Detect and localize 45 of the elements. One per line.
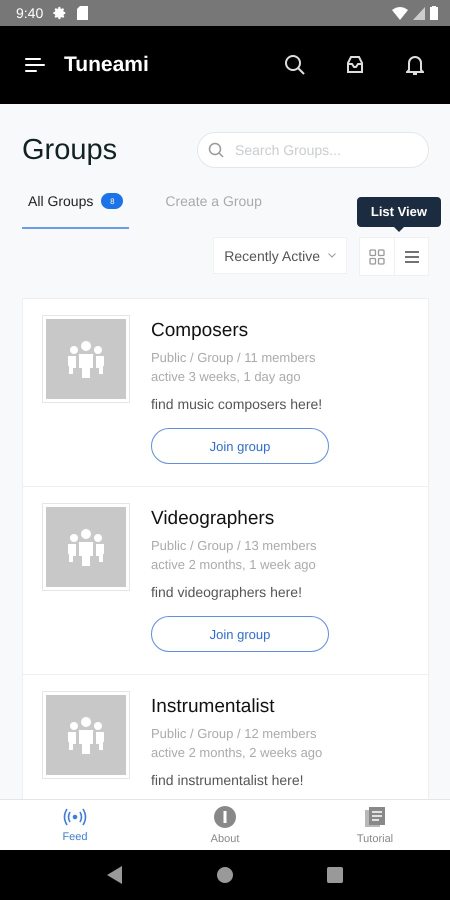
bell-icon[interactable] — [404, 54, 426, 76]
sim-card-icon — [77, 6, 88, 20]
page-title: Groups — [22, 134, 118, 166]
count-badge: 8 — [101, 193, 124, 209]
group-name[interactable]: Instrumentalist — [151, 696, 322, 718]
signal-icon — [413, 6, 425, 20]
group-name[interactable]: Videographers — [151, 508, 329, 530]
nav-tab[interactable]: About — [150, 800, 300, 850]
group-meta: Public / Group / 13 members — [151, 537, 318, 555]
tooltip-arrow-icon — [394, 227, 404, 232]
grid-icon — [369, 248, 385, 264]
home-icon[interactable] — [217, 867, 233, 883]
search-icon[interactable] — [284, 54, 306, 76]
join-group-button[interactable]: Join group — [151, 428, 329, 464]
tooltip: List View — [356, 197, 441, 232]
inbox-icon[interactable] — [344, 54, 366, 76]
app-title: Tuneami — [64, 53, 150, 77]
broadcast-icon — [63, 808, 87, 826]
clock: 9:40 — [16, 5, 44, 21]
join-group-button[interactable]: Join group — [151, 616, 329, 652]
group-name[interactable]: Composers — [151, 320, 329, 342]
group-description: find videographers here! — [151, 584, 303, 600]
group-meta: Public / Group / 11 members — [151, 349, 316, 367]
tab[interactable]: All Groups 8 — [22, 192, 130, 229]
info-icon — [214, 806, 236, 828]
group-meta: Public / Group / 12 members — [151, 725, 318, 743]
settings-icon — [53, 6, 68, 20]
nav-tab[interactable]: Feed — [0, 800, 150, 850]
sort-dropdown[interactable]: Recently Active — [213, 237, 347, 274]
chevron-down-icon — [328, 253, 336, 258]
group-activity: active 3 weeks, 1 day ago — [151, 368, 302, 386]
group-activity: active 2 months, 2 weeks ago — [151, 744, 322, 762]
group-icon — [66, 339, 106, 379]
battery-icon — [430, 6, 438, 20]
wifi-icon — [392, 6, 408, 20]
search-icon — [208, 142, 224, 158]
group-icon — [66, 527, 106, 567]
group-description: find instrumentalist here! — [151, 772, 305, 788]
back-icon[interactable] — [107, 866, 123, 884]
nav-tab[interactable]: Tutorial — [300, 800, 450, 850]
group-icon — [66, 715, 106, 755]
group-activity: active 2 months, 1 week ago — [151, 556, 317, 574]
document-icon — [364, 806, 386, 828]
group-description: find music composers here! — [151, 396, 324, 412]
list-icon — [404, 250, 420, 264]
